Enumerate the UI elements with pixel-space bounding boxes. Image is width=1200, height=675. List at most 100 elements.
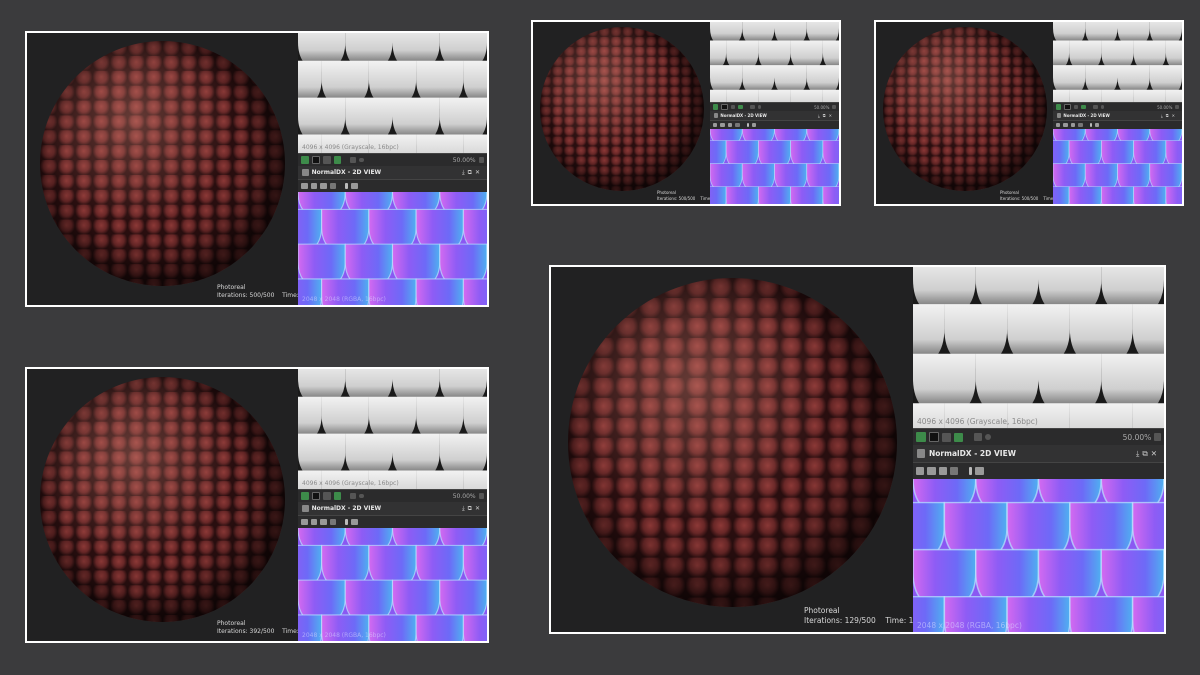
heightmap-preview[interactable]: 4096 x 4096 (Grayscale, 16bpc) [298, 369, 487, 489]
channels-icon[interactable] [735, 122, 740, 128]
lock-icon[interactable] [478, 492, 484, 500]
zoom-level[interactable]: 50.00% [1157, 105, 1172, 110]
grid-icon[interactable] [730, 104, 736, 110]
copy-icon[interactable] [727, 122, 733, 128]
save-icon[interactable] [1056, 122, 1061, 128]
histogram-icon[interactable] [975, 466, 984, 476]
toggle-icon[interactable] [311, 491, 321, 501]
normalmap-preview[interactable]: 2048 x 2048 (RGBA, 16bpc) [913, 479, 1164, 632]
heightmap-toolbar: 50.00% [913, 428, 1164, 445]
save-icon[interactable] [916, 466, 925, 476]
channels-icon[interactable] [329, 518, 337, 526]
close-icon[interactable]: ✕ [475, 169, 483, 176]
grid-icon[interactable] [323, 156, 331, 164]
save-as-icon[interactable] [720, 122, 725, 128]
dot-icon[interactable] [1100, 105, 1104, 109]
close-icon[interactable]: ✕ [1172, 113, 1178, 118]
fit-icon[interactable] [1081, 104, 1087, 110]
3d-viewport[interactable]: Photoreal Iterations: 500/500 Time: 1m [876, 22, 1053, 204]
pan-icon[interactable] [349, 492, 357, 500]
save-icon[interactable] [301, 518, 308, 526]
normalmap-preview[interactable] [710, 129, 839, 204]
close-icon[interactable]: ✕ [1151, 449, 1160, 458]
info-icon[interactable] [345, 518, 349, 526]
save-as-icon[interactable] [1063, 122, 1068, 128]
channels-icon[interactable] [949, 466, 958, 476]
info-icon[interactable] [746, 122, 749, 128]
grid-icon[interactable] [942, 432, 951, 442]
copy-icon[interactable] [320, 182, 327, 190]
toggle-icon[interactable] [928, 431, 939, 443]
layers-icon[interactable] [713, 104, 719, 110]
pan-icon[interactable] [349, 156, 357, 164]
lock-icon[interactable] [1154, 432, 1161, 442]
histogram-icon[interactable] [351, 518, 358, 526]
toggle-icon[interactable] [311, 155, 321, 165]
fit-icon[interactable] [333, 492, 341, 500]
heightmap-preview[interactable] [1053, 22, 1182, 102]
heightmap-preview[interactable]: 4096 x 4096 (Grayscale, 16bpc) [298, 33, 487, 153]
lock-icon[interactable] [832, 104, 836, 110]
copy-icon[interactable] [320, 518, 327, 526]
histogram-icon[interactable] [751, 122, 756, 128]
close-icon[interactable]: ✕ [475, 505, 483, 512]
histogram-icon[interactable] [351, 182, 358, 190]
pan-icon[interactable] [1093, 104, 1098, 110]
copy-icon[interactable]: ⧉ [468, 169, 475, 176]
grid-icon[interactable] [323, 492, 331, 500]
dot-icon[interactable] [984, 434, 991, 440]
dragon-scale-sphere [540, 27, 704, 191]
dot-icon[interactable] [359, 493, 365, 499]
histogram-icon[interactable] [1094, 122, 1099, 128]
pan-icon[interactable] [973, 432, 982, 442]
layers-icon[interactable] [1056, 104, 1062, 110]
zoom-level[interactable]: 50.00% [814, 105, 829, 110]
dot-icon[interactable] [359, 157, 365, 163]
2d-view-sidebar: 4096 x 4096 (Grayscale, 16bpc) 50.00% No… [298, 369, 487, 641]
layers-icon[interactable] [301, 156, 309, 164]
fit-icon[interactable] [738, 104, 744, 110]
toggle-icon[interactable] [1064, 103, 1071, 111]
close-icon[interactable]: ✕ [829, 113, 835, 118]
save-icon[interactable] [301, 182, 308, 190]
view-type-icon [714, 113, 719, 118]
3d-viewport[interactable]: Photoreal Iterations: 500/500 Time: 1m [533, 22, 710, 204]
save-as-icon[interactable] [310, 182, 318, 190]
3d-viewport[interactable]: Photoreal Iterations: 129/500 Time: 1m [551, 267, 913, 632]
layers-icon[interactable] [301, 492, 309, 500]
heightmap-preview[interactable] [710, 22, 839, 102]
copy-icon[interactable]: ⧉ [1142, 449, 1150, 458]
channels-icon[interactable] [1078, 122, 1083, 128]
fit-icon[interactable] [333, 156, 341, 164]
zoom-level[interactable]: 50.00% [453, 493, 476, 500]
dot-icon[interactable] [757, 105, 761, 109]
normalmap-preview[interactable]: 2048 x 2048 (RGBA, 16bpc) [298, 192, 487, 305]
info-icon[interactable] [1089, 122, 1092, 128]
toggle-icon[interactable] [721, 103, 728, 111]
copy-icon[interactable]: ⧉ [468, 505, 475, 512]
fit-icon[interactable] [954, 432, 963, 442]
layers-icon[interactable] [916, 432, 926, 442]
heightmap-preview[interactable]: 4096 x 4096 (Grayscale, 16bpc) [913, 267, 1164, 428]
zoom-level[interactable]: 50.00% [1123, 433, 1152, 442]
save-icon[interactable] [713, 122, 718, 128]
lock-icon[interactable] [478, 156, 484, 164]
copy-icon[interactable] [938, 466, 947, 476]
normalmap-preview[interactable] [1053, 129, 1182, 204]
view-title: NormalDX - 2D VIEW [1063, 113, 1110, 118]
normalmap-preview[interactable]: 2048 x 2048 (RGBA, 16bpc) [298, 528, 487, 641]
copy-icon[interactable] [1070, 122, 1076, 128]
info-icon[interactable] [968, 466, 973, 476]
channels-icon[interactable] [329, 182, 337, 190]
render-mode-label: Photoreal [804, 605, 840, 615]
zoom-level[interactable]: 50.00% [453, 157, 476, 164]
3d-viewport[interactable]: Photoreal Iterations: 500/500 Time: 1m [27, 33, 298, 305]
view-type-icon [302, 169, 309, 176]
3d-viewport[interactable]: Photoreal Iterations: 392/500 Time: 1m [27, 369, 298, 641]
info-icon[interactable] [345, 182, 349, 190]
save-as-icon[interactable] [310, 518, 318, 526]
save-as-icon[interactable] [927, 466, 936, 476]
lock-icon[interactable] [1175, 104, 1179, 110]
grid-icon[interactable] [1073, 104, 1079, 110]
pan-icon[interactable] [750, 104, 755, 110]
